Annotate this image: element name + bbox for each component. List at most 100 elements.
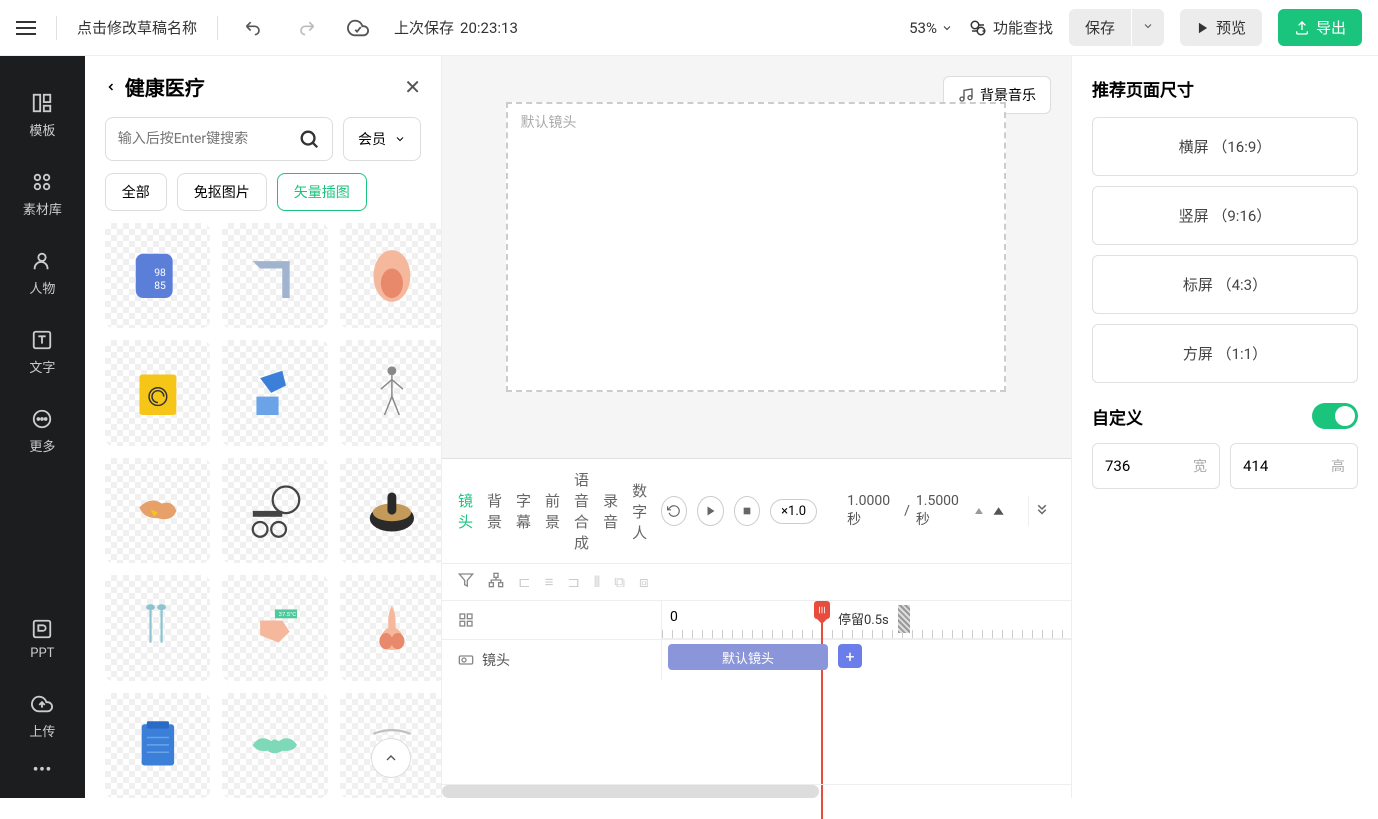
tl-tool-filter[interactable] [458,572,474,592]
close-icon[interactable]: ✕ [404,75,421,99]
sidebar-item-template[interactable]: 模板 [0,76,85,155]
sidebar-item-label: 文字 [29,357,55,376]
tl-toolbar: ⊏ ≡ ⊐ ⫴ ⧉ ⧈ [442,564,1071,601]
svg-text:85: 85 [154,279,166,292]
search-input[interactable] [118,131,298,147]
tl-time: 1.0000 秒/1.5000 秒 [847,493,1006,529]
asset-item[interactable] [105,458,210,563]
preview-button[interactable]: 预览 [1180,9,1262,46]
timeline-tabs: 镜头 背景 字幕 前景 语音合成 录音 数字人 ×1.0 1.0000 秒/1.… [442,459,1071,564]
zoom-out-icon[interactable] [973,506,985,516]
save-button[interactable]: 保存 [1069,9,1131,46]
asset-item[interactable] [105,693,210,798]
asset-item[interactable] [222,340,327,445]
tl-stop-button[interactable] [734,496,760,526]
tl-clip[interactable]: 默认镜头 [668,644,828,670]
tl-scrollbar[interactable] [442,784,1071,798]
canvas-frame[interactable]: 默认镜头 [506,102,1006,392]
scroll-top-button[interactable] [371,738,411,778]
filter-tab-vector[interactable]: 矢量插图 [277,173,367,211]
asset-item[interactable] [222,458,327,563]
sidebar-item-ppt[interactable]: PPT [0,602,85,677]
tl-playhead[interactable] [822,601,838,638]
filter-tabs: 全部 免抠图片 矢量插图 [85,173,441,223]
feature-search[interactable]: 功能查找 [969,17,1053,38]
sidebar-item-label: 人物 [29,278,55,297]
sidebar-item-person[interactable]: 人物 [0,234,85,313]
rp-option-landscape[interactable]: 横屏 （16:9） [1092,117,1358,176]
tl-play-button[interactable] [697,496,723,526]
tl-tool-align-center: ≡ [545,573,554,591]
tl-tool-hierarchy[interactable] [488,572,504,592]
asset-item[interactable] [105,340,210,445]
tl-track-label[interactable]: 镜头 [442,640,662,680]
rp-custom-label: 自定义 [1092,404,1143,429]
rp-option-portrait[interactable]: 竖屏 （9:16） [1092,186,1358,245]
topbar-left: 点击修改草稿名称 上次保存 20:23:13 [16,12,518,44]
tl-ruler-left[interactable] [442,601,662,639]
sidebar-item-label: 模板 [29,120,55,139]
tl-collapse-button[interactable] [1028,496,1055,526]
asset-item[interactable] [222,223,327,328]
tl-tool-ungroup: ⧈ [639,573,649,591]
tl-tab-tts[interactable]: 语音合成 [574,469,589,553]
asset-item[interactable] [340,575,441,680]
tl-rewind-button[interactable] [661,496,687,526]
sidebar-item-more[interactable]: 更多 [0,392,85,471]
asset-item[interactable] [222,693,327,798]
asset-panel: 健康医疗 ✕ 会员 全部 免抠图片 矢量插图 9885 37.5° [85,56,442,798]
tl-stay-block[interactable] [898,605,910,633]
rp-option-square[interactable]: 方屏 （1:1） [1092,324,1358,383]
asset-item[interactable]: 9885 [105,223,210,328]
tl-tab-digital[interactable]: 数字人 [632,480,647,543]
sidebar: 模板 素材库 人物 文字 更多 PPT 上传 [0,56,85,798]
member-dropdown[interactable]: 会员 [343,117,421,161]
tl-tool-align-right: ⊐ [567,573,580,591]
rp-custom-toggle[interactable] [1312,403,1358,429]
sidebar-item-assets[interactable]: 素材库 [0,155,85,234]
save-dropdown[interactable] [1132,9,1164,46]
tl-tab-bg[interactable]: 背景 [487,490,502,532]
zoom-in-icon[interactable] [991,505,1006,517]
draft-name[interactable]: 点击修改草稿名称 [77,17,197,38]
undo-button[interactable] [238,12,270,44]
rp-width-input[interactable] [1105,457,1165,475]
sidebar-item-text[interactable]: 文字 [0,313,85,392]
rp-width-input-wrap[interactable]: 宽 [1092,443,1220,489]
tl-tab-shot[interactable]: 镜头 [458,490,473,532]
cloud-sync-icon[interactable] [342,12,374,44]
filter-tab-cutout[interactable]: 免抠图片 [177,173,267,211]
zoom-dropdown[interactable]: 53% [909,19,953,37]
rp-height-input-wrap[interactable]: 高 [1230,443,1358,489]
asset-title-text: 健康医疗 [125,72,205,101]
tl-tool-group: ⧉ [614,573,625,591]
rp-width-label: 宽 [1193,456,1207,476]
sidebar-item-label: PPT [30,646,54,661]
filter-tab-all[interactable]: 全部 [105,173,167,211]
asset-item[interactable] [340,340,441,445]
topbar-right: 53% 功能查找 保存 预览 导出 [909,9,1362,46]
tl-speed[interactable]: ×1.0 [770,499,817,524]
search-input-wrap[interactable] [105,117,333,161]
svg-text:98: 98 [154,266,166,279]
asset-item[interactable] [340,458,441,563]
tl-scroll-thumb[interactable] [442,785,819,798]
search-icon[interactable] [298,128,320,150]
sidebar-item-overflow[interactable] [0,756,85,798]
tl-tab-record[interactable]: 录音 [603,490,618,532]
export-button[interactable]: 导出 [1278,9,1362,46]
sidebar-item-upload[interactable]: 上传 [0,677,85,756]
asset-back[interactable]: 健康医疗 [105,72,205,101]
rp-height-input[interactable] [1243,457,1303,475]
asset-item[interactable] [105,575,210,680]
asset-item[interactable] [340,223,441,328]
tl-ruler[interactable]: 0 停留0.5s [662,601,1071,639]
menu-icon[interactable] [16,17,36,39]
tl-tab-subtitle[interactable]: 字幕 [516,490,531,532]
asset-item[interactable]: 37.5°C [222,575,327,680]
rp-option-standard[interactable]: 标屏 （4:3） [1092,255,1358,314]
tl-tab-fg[interactable]: 前景 [545,490,560,532]
tl-track-content[interactable]: 默认镜头 + [662,640,1071,680]
redo-button[interactable] [290,12,322,44]
tl-add-clip-button[interactable]: + [838,644,862,668]
